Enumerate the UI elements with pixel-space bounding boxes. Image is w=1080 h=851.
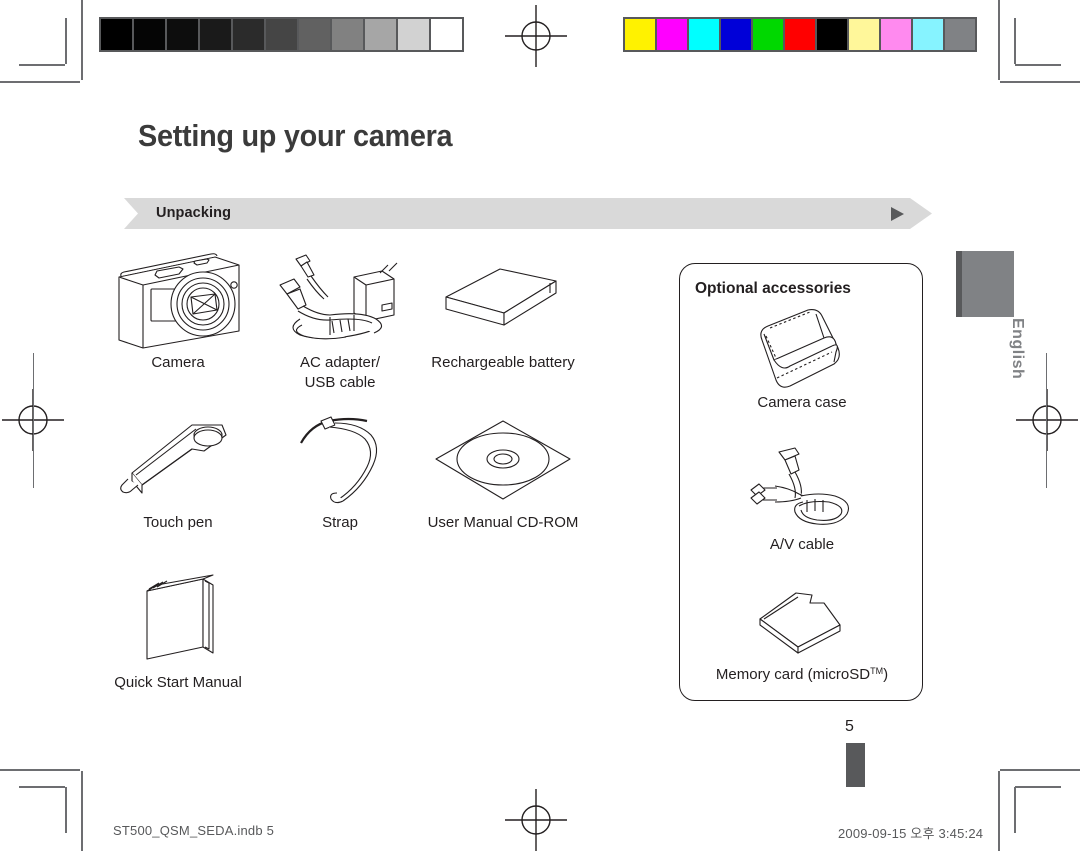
unpacking-item-camera: Camera: [88, 248, 268, 373]
av-cable-icon: [680, 444, 924, 536]
crop-mark-bottom-right-inner-horizontal: [1015, 786, 1061, 788]
crop-mark-right-trim: [1046, 353, 1048, 488]
grayscale-swatch-5: [266, 19, 297, 50]
color-swatch-10: [945, 19, 975, 50]
page-marker-bar: [846, 743, 865, 787]
section-banner-label: Unpacking: [156, 205, 232, 221]
camera-case-icon: [680, 302, 924, 394]
section-banner: Unpacking: [124, 198, 932, 229]
crop-mark-bottom-left-vertical: [81, 771, 83, 851]
memory-card-icon: [680, 574, 924, 666]
crop-mark-bottom-right-vertical: [998, 771, 1000, 851]
item-caption: Camera: [151, 354, 205, 371]
crop-mark-top-right-inner-vertical: [1014, 18, 1016, 64]
item-caption: User Manual CD-ROM: [427, 514, 579, 531]
page-number: 5: [845, 718, 854, 735]
grayscale-swatch-10: [431, 19, 462, 50]
grayscale-swatch-9: [398, 19, 429, 50]
color-swatch-8: [881, 19, 911, 50]
camera-icon: [88, 248, 268, 353]
quick-start-manual-icon: [88, 568, 268, 673]
crop-mark-bottom-left-inner-horizontal: [19, 786, 65, 788]
item-caption-line1: AC adapter/: [299, 354, 381, 371]
item-caption: Touch pen: [143, 514, 213, 531]
crop-mark-bottom-left-horizontal: [0, 769, 80, 771]
crop-mark-top-right-inner-horizontal: [1015, 64, 1061, 66]
item-caption: Quick Start Manual: [114, 674, 242, 691]
strap-icon: [250, 408, 430, 513]
color-swatch-5: [785, 19, 815, 50]
crop-mark-top-right-vertical: [998, 0, 1000, 80]
grayscale-swatch-6: [299, 19, 330, 50]
crop-mark-top-left-inner-vertical: [65, 18, 67, 64]
crop-mark-bottom-right-inner-vertical: [1014, 787, 1016, 833]
crop-mark-top-left-inner-horizontal: [19, 64, 65, 66]
color-swatch-9: [913, 19, 943, 50]
color-swatch-3: [721, 19, 751, 50]
crop-mark-top-right-horizontal: [1000, 81, 1080, 83]
memory-card-caption-suffix: ): [883, 666, 889, 683]
crop-mark-left-trim: [33, 353, 35, 488]
optional-accessories-box: Optional accessories Camera case A/V cab…: [679, 263, 923, 701]
crop-mark-top-left-vertical: [81, 0, 83, 80]
grayscale-swatch-3: [200, 19, 231, 50]
grayscale-calibration-strip: [99, 17, 464, 52]
color-swatch-1: [657, 19, 687, 50]
unpacking-item-cd-rom: User Manual CD-ROM: [413, 408, 593, 533]
unpacking-item-ac-adapter: AC adapter/ USB cable: [250, 248, 430, 393]
unpacking-item-quick-start-manual: Quick Start Manual: [88, 568, 268, 693]
registration-target-bottom: [505, 789, 567, 851]
unpacking-item-strap: Strap: [250, 408, 430, 533]
language-tab-label: English: [1009, 318, 1026, 380]
crop-mark-bottom-left-inner-vertical: [65, 787, 67, 833]
item-caption: Rechargeable battery: [431, 354, 575, 371]
color-swatch-2: [689, 19, 719, 50]
ac-adapter-usb-cable-icon: [250, 248, 430, 353]
section-banner-bar: [124, 198, 932, 229]
footer-timestamp: 2009-09-15 오후 3:45:24: [838, 826, 984, 841]
item-caption: A/V cable: [769, 536, 835, 553]
color-swatch-6: [817, 19, 847, 50]
optional-item-memory-card: Memory card (microSDTM): [680, 574, 924, 683]
registration-target-top: [505, 5, 567, 67]
color-swatch-7: [849, 19, 879, 50]
color-swatch-0: [625, 19, 655, 50]
item-caption: Strap: [322, 514, 358, 531]
grayscale-swatch-1: [134, 19, 165, 50]
language-tab-block: [956, 251, 1014, 317]
rechargeable-battery-icon: [413, 248, 593, 353]
crop-mark-bottom-right-horizontal: [1000, 769, 1080, 771]
item-caption: Memory card (microSDTM): [680, 666, 924, 683]
color-swatch-4: [753, 19, 783, 50]
triangle-right-icon: [891, 207, 904, 221]
optional-accessories-title: Optional accessories: [695, 280, 851, 297]
crop-mark-top-left-horizontal: [0, 81, 80, 83]
footer-file-name: ST500_QSM_SEDA.indb 5: [113, 823, 275, 838]
unpacking-item-battery: Rechargeable battery: [413, 248, 593, 373]
grayscale-swatch-2: [167, 19, 198, 50]
grayscale-swatch-4: [233, 19, 264, 50]
trademark-symbol: TM: [870, 666, 884, 676]
item-caption-line2: USB cable: [304, 374, 376, 391]
unpacking-item-touch-pen: Touch pen: [88, 408, 268, 533]
optional-item-av-cable: A/V cable: [680, 444, 924, 553]
color-calibration-strip: [623, 17, 977, 52]
grayscale-swatch-8: [365, 19, 396, 50]
page-title: Setting up your camera: [138, 118, 453, 153]
grayscale-swatch-7: [332, 19, 363, 50]
memory-card-caption-prefix: Memory card (microSD: [715, 666, 871, 683]
grayscale-swatch-0: [101, 19, 132, 50]
item-caption: Camera case: [757, 394, 847, 411]
cd-rom-icon: [413, 408, 593, 513]
optional-item-camera-case: Camera case: [680, 302, 924, 411]
touch-pen-icon: [88, 408, 268, 513]
